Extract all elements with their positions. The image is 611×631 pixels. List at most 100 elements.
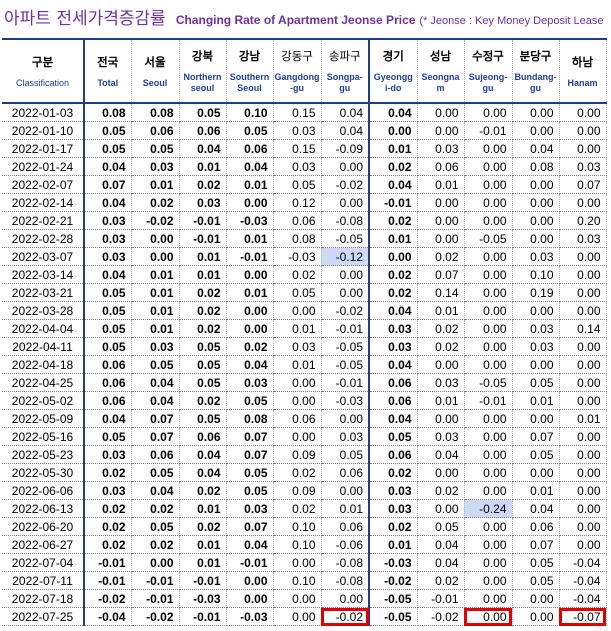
cell-bundang: 0.10 bbox=[512, 265, 560, 284]
cell-songpa: -0.08 bbox=[321, 211, 370, 230]
cell-hanam: 0.00 bbox=[559, 301, 607, 320]
cell-north: 0.05 bbox=[179, 355, 227, 374]
row-date: 2022-06-06 bbox=[2, 481, 85, 500]
cell-seongnam: 0.00 bbox=[417, 121, 465, 140]
header-en-south: Southern Seoul bbox=[229, 72, 270, 93]
cell-songpa: -0.12 bbox=[321, 247, 370, 266]
table-row: 2022-01-24 0.04 0.03 0.01 0.04 0.03 0.00 0.02 0.… bbox=[2, 157, 607, 176]
cell-gyeonggi: 0.04 bbox=[368, 409, 418, 428]
cell-sujeong: 0.00 bbox=[464, 211, 513, 230]
cell-north: 0.05 bbox=[179, 337, 227, 356]
header-sujeong: 수정구 Sujeong- gu bbox=[464, 38, 513, 104]
cell-seoul: 0.08 bbox=[131, 103, 180, 122]
cell-total: 0.05 bbox=[83, 121, 132, 140]
cell-gyeonggi: 0.06 bbox=[368, 391, 418, 410]
cell-seoul: 0.06 bbox=[131, 121, 180, 140]
cell-bundang: 0.00 bbox=[512, 301, 560, 320]
cell-hanam: 0.00 bbox=[559, 337, 607, 356]
header-en-north: Northern seoul bbox=[183, 72, 222, 93]
cell-songpa: -0.05 bbox=[321, 229, 370, 248]
cell-bundang: 0.19 bbox=[512, 283, 560, 302]
cell-seoul: 0.00 bbox=[131, 553, 180, 572]
cell-north: 0.04 bbox=[179, 445, 227, 464]
cell-bundang: 0.00 bbox=[512, 103, 560, 122]
cell-songpa: -0.08 bbox=[321, 571, 370, 590]
cell-seongnam: 0.02 bbox=[417, 337, 465, 356]
cell-north: 0.02 bbox=[179, 301, 227, 320]
cell-total: 0.06 bbox=[83, 373, 132, 392]
cell-total: 0.05 bbox=[83, 283, 132, 302]
cell-total: 0.04 bbox=[83, 409, 132, 428]
table-row: 2022-02-07 0.07 0.01 0.02 0.01 0.05 -0.02 0.04 0… bbox=[2, 175, 607, 194]
header-gyeonggi: 경기 Gyeongg i-do bbox=[368, 38, 418, 104]
cell-hanam: 0.00 bbox=[559, 139, 607, 158]
cell-total: -0.02 bbox=[83, 589, 132, 608]
cell-bundang: 0.05 bbox=[512, 571, 560, 590]
table-row: 2022-02-21 0.03 -0.02 -0.01 -0.03 0.06 -0.08 0.… bbox=[2, 211, 607, 230]
table-row: 2022-02-14 0.04 0.02 0.03 0.00 0.12 0.00 -0.01 0… bbox=[2, 193, 607, 212]
cell-gangdong: 0.02 bbox=[273, 499, 322, 518]
cell-hanam: 0.07 bbox=[559, 175, 607, 194]
cell-north: 0.01 bbox=[179, 265, 227, 284]
cell-gangdong: 0.05 bbox=[273, 283, 322, 302]
row-date: 2022-04-04 bbox=[2, 319, 85, 338]
cell-seoul: 0.05 bbox=[131, 139, 180, 158]
cell-sujeong: 0.00 bbox=[464, 607, 513, 626]
cell-total: 0.05 bbox=[83, 319, 132, 338]
cell-south: 0.00 bbox=[226, 301, 274, 320]
cell-gyeonggi: 0.02 bbox=[368, 265, 418, 284]
table-row: 2022-06-27 0.02 0.02 0.01 0.04 0.10 -0.06 0.01 0… bbox=[2, 535, 607, 554]
table-row: 2022-05-16 0.05 0.07 0.06 0.07 0.00 0.03 0.05 0.… bbox=[2, 427, 607, 446]
cell-hanam: 0.00 bbox=[559, 121, 607, 140]
cell-gangdong: 0.06 bbox=[273, 211, 322, 230]
row-date: 2022-04-11 bbox=[2, 337, 85, 356]
header-en-total: Total bbox=[97, 77, 119, 88]
cell-bundang: 0.00 bbox=[512, 211, 560, 230]
cell-south: 0.07 bbox=[226, 517, 274, 536]
row-date: 2022-06-20 bbox=[2, 517, 85, 536]
header-row: 구분 Classification 전국 Total 서울 Seoul 강북 Northern… bbox=[2, 38, 607, 104]
cell-north: 0.05 bbox=[179, 409, 227, 428]
cell-total: 0.02 bbox=[83, 499, 132, 518]
cell-seongnam: 0.04 bbox=[417, 445, 465, 464]
table-row: 2022-01-10 0.05 0.06 0.06 0.05 0.03 0.04 0.00 0.… bbox=[2, 121, 607, 140]
cell-north: 0.05 bbox=[179, 103, 227, 122]
cell-songpa: 0.03 bbox=[321, 427, 370, 446]
cell-songpa: -0.02 bbox=[321, 301, 370, 320]
cell-south: 0.01 bbox=[226, 175, 274, 194]
cell-gangdong: 0.03 bbox=[273, 121, 322, 140]
cell-total: 0.05 bbox=[83, 427, 132, 446]
row-date: 2022-01-17 bbox=[2, 139, 85, 158]
cell-seoul: 0.01 bbox=[131, 301, 180, 320]
cell-bundang: 0.00 bbox=[512, 175, 560, 194]
cell-sujeong: 0.00 bbox=[464, 283, 513, 302]
cell-seongnam: 0.14 bbox=[417, 283, 465, 302]
cell-south: 0.00 bbox=[226, 571, 274, 590]
cell-north: -0.01 bbox=[179, 211, 227, 230]
row-date: 2022-04-25 bbox=[2, 373, 85, 392]
cell-total: 0.05 bbox=[83, 301, 132, 320]
row-date: 2022-07-11 bbox=[2, 571, 85, 590]
cell-songpa: -0.01 bbox=[321, 319, 370, 338]
cell-gangdong: 0.10 bbox=[273, 571, 322, 590]
header-kr-gangdong: 강동구 bbox=[281, 49, 313, 63]
cell-sujeong: 0.00 bbox=[464, 553, 513, 572]
cell-south: 0.05 bbox=[226, 463, 274, 482]
header-en-hanam: Hanam bbox=[567, 77, 598, 88]
cell-gangdong: 0.09 bbox=[273, 481, 322, 500]
cell-north: 0.02 bbox=[179, 175, 227, 194]
cell-bundang: 0.03 bbox=[512, 319, 560, 338]
header-gangdong: 강동구 Gangdong -gu bbox=[273, 38, 322, 104]
cell-total: 0.03 bbox=[83, 481, 132, 500]
cell-gangdong: 0.00 bbox=[273, 427, 322, 446]
cell-total: 0.03 bbox=[83, 229, 132, 248]
cell-gyeonggi: 0.00 bbox=[368, 247, 418, 266]
header-kr-bundang: 분당구 bbox=[519, 49, 552, 63]
header-kr-total: 전국 bbox=[97, 54, 119, 69]
header-hanam: 하남 Hanam bbox=[559, 38, 607, 104]
cell-songpa: 0.00 bbox=[321, 283, 370, 302]
row-date: 2022-07-04 bbox=[2, 553, 85, 572]
cell-hanam: 0.00 bbox=[559, 463, 607, 482]
cell-south: 0.04 bbox=[226, 355, 274, 374]
cell-seoul: 0.02 bbox=[131, 499, 180, 518]
